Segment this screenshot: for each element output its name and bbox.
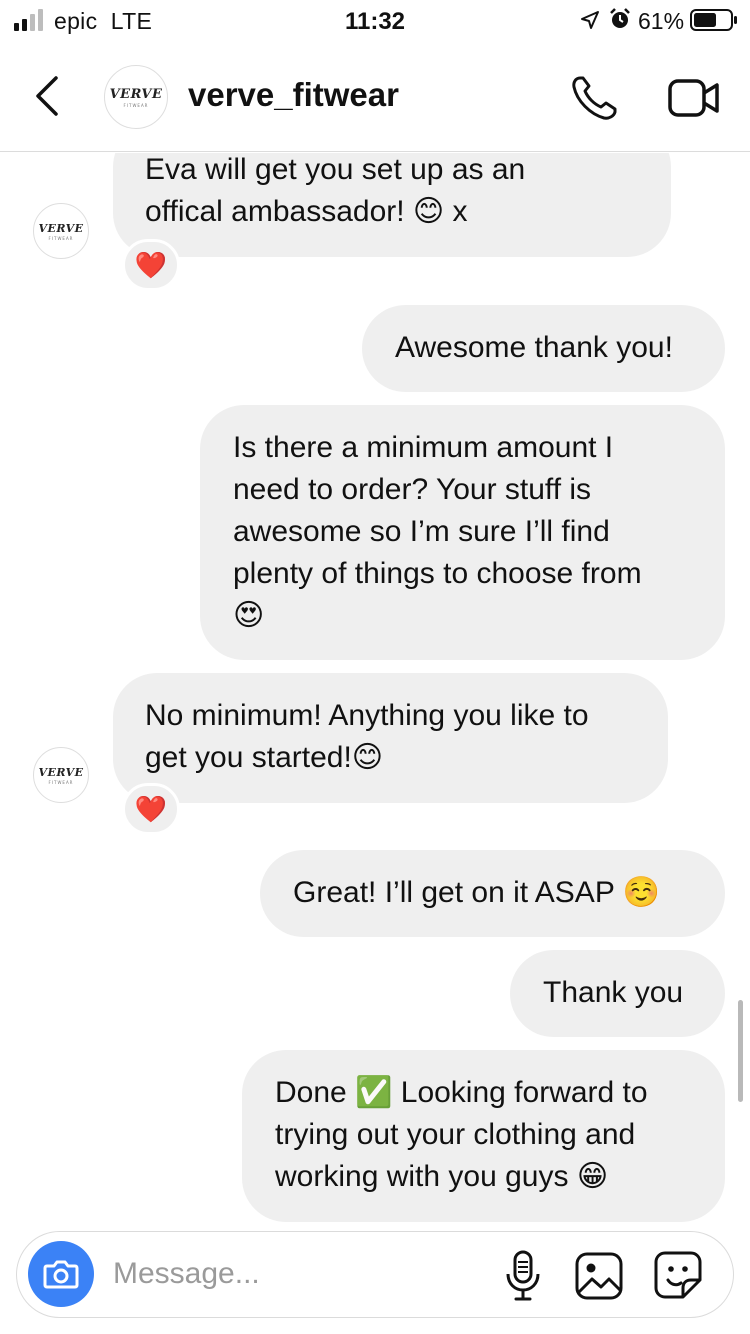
- message-bubble-sent[interactable]: Done ✅ Looking forward to trying out you…: [242, 1050, 725, 1222]
- smiling-face-emoji: 😊: [351, 740, 384, 775]
- message-text: Done: [275, 1076, 356, 1109]
- avatar[interactable]: VERVE FITWEAR: [104, 65, 168, 129]
- grinning-face-emoji: 😁: [576, 1159, 609, 1194]
- status-bar: epic LTE 11:32 61%: [0, 0, 750, 44]
- message-text: Is there a minimum amount I need to orde…: [233, 431, 642, 590]
- scrollbar[interactable]: [738, 1000, 743, 1102]
- message-text: Thank you: [543, 976, 684, 1009]
- battery-icon: [690, 9, 737, 31]
- chat-username[interactable]: verve_fitwear: [188, 76, 399, 114]
- video-camera-icon[interactable]: [668, 78, 720, 118]
- message-bubble-received[interactable]: Eva will get you set up as an offical am…: [113, 153, 671, 257]
- avatar[interactable]: VERVE FITWEAR: [33, 747, 89, 803]
- message-text: Great! I’ll get on it ASAP: [293, 876, 623, 909]
- smiling-face-emoji: 😊: [412, 194, 445, 229]
- message-bubble-sent[interactable]: Thank you: [510, 950, 725, 1037]
- avatar[interactable]: VERVE FITWEAR: [33, 203, 89, 259]
- brand-logo: VERVE FITWEAR: [38, 765, 84, 785]
- message-composer: [16, 1231, 734, 1318]
- heart-eyes-emoji: 😍: [233, 598, 265, 633]
- smiling-face-emoji: ☺️: [622, 875, 660, 910]
- camera-button[interactable]: [28, 1241, 94, 1307]
- location-arrow-icon: [581, 11, 599, 29]
- message-bubble-sent[interactable]: Great! I’ll get on it ASAP ☺️: [260, 850, 725, 937]
- phone-icon[interactable]: [570, 74, 620, 122]
- image-icon[interactable]: [575, 1252, 623, 1300]
- heart-reaction[interactable]: ❤️: [122, 239, 180, 291]
- message-thread[interactable]: Eva will get you set up as an offical am…: [0, 153, 750, 1225]
- brand-logo: VERVE FITWEAR: [38, 221, 84, 241]
- heart-reaction[interactable]: ❤️: [122, 783, 180, 835]
- message-input[interactable]: [113, 1252, 473, 1296]
- check-mark-emoji: ✅: [355, 1075, 393, 1110]
- message-bubble-sent[interactable]: Awesome thank you!: [362, 305, 725, 392]
- camera-icon: [43, 1260, 79, 1289]
- chat-header: VERVE FITWEAR verve_fitwear: [0, 44, 750, 152]
- sticker-icon[interactable]: [653, 1250, 703, 1300]
- message-bubble-received[interactable]: No minimum! Anything you like to get you…: [113, 673, 668, 803]
- message-text: Awesome thank you!: [395, 331, 673, 364]
- chevron-left-icon[interactable]: [30, 72, 66, 120]
- message-text: Eva will get you set up as an offical am…: [145, 153, 526, 228]
- alarm-clock-icon: [610, 8, 630, 28]
- battery-percent: 61%: [638, 8, 685, 34]
- message-bubble-sent[interactable]: Is there a minimum amount I need to orde…: [200, 405, 725, 660]
- microphone-icon[interactable]: [503, 1250, 543, 1302]
- message-text-suffix: x: [444, 195, 468, 228]
- brand-logo: VERVE FITWEAR: [109, 86, 163, 108]
